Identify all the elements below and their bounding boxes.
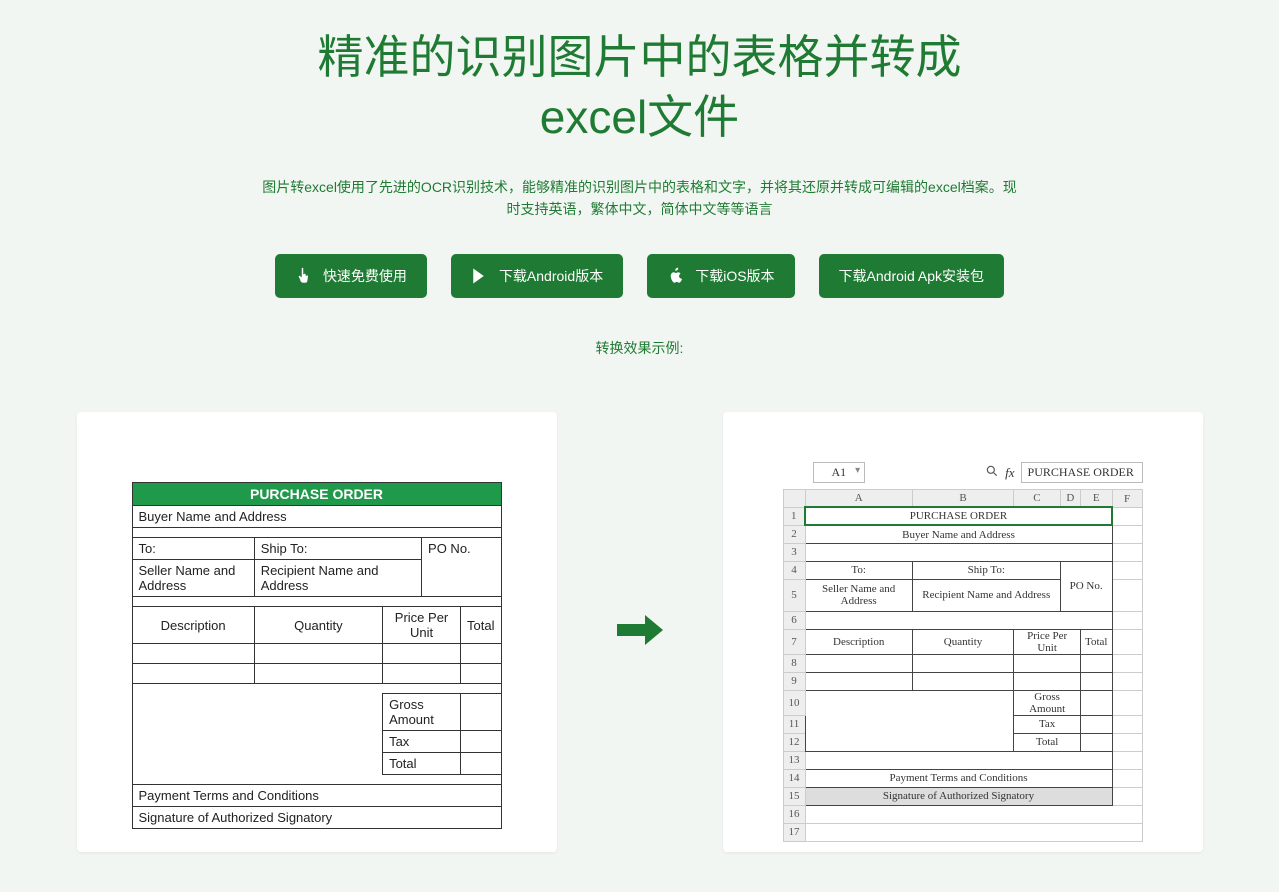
xl-desc: Description [805, 629, 912, 654]
src-gross: Gross Amount [383, 694, 461, 731]
xl-po: PO No. [1060, 561, 1112, 611]
xl-r2: Buyer Name and Address [805, 525, 1112, 543]
xl-ppu: Price Per Unit [1014, 629, 1081, 654]
download-apk-button[interactable]: 下载Android Apk安装包 [819, 254, 1005, 298]
col-C: C [1014, 490, 1060, 508]
src-total: Total [461, 607, 502, 644]
src-sig: Signature of Authorized Signatory [132, 807, 501, 829]
demo-row: PURCHASE ORDER Buyer Name and Address To… [0, 412, 1279, 892]
download-apk-label: 下载Android Apk安装包 [839, 266, 985, 286]
page-headline: 精准的识别图片中的表格并转成 excel文件 [140, 28, 1140, 148]
free-use-button[interactable]: 快速免费使用 [275, 254, 427, 298]
src-buyer: Buyer Name and Address [132, 506, 501, 528]
src-pono: PO No. [422, 538, 501, 597]
subtitle-text: 图片转excel使用了先进的OCR识别技术，能够精准的识别图片中的表格和文字，并… [260, 176, 1020, 221]
src-desc: Description [132, 607, 254, 644]
headline-line2: excel文件 [540, 91, 739, 143]
demo-label: 转换效果示例: [0, 338, 1279, 358]
xl-sig: Signature of Authorized Signatory [805, 787, 1112, 805]
excel-mock: A1 fx PURCHASE ORDER A B C D E F 1PURCHA… [783, 462, 1143, 842]
col-D: D [1060, 490, 1080, 508]
excel-fx-value: PURCHASE ORDER [1021, 462, 1143, 483]
excel-name-box: A1 [813, 462, 866, 483]
col-A: A [805, 490, 912, 508]
download-ios-label: 下载iOS版本 [695, 266, 774, 286]
xl-recip: Recipient Name and Address [912, 579, 1060, 611]
excel-formula-bar: A1 fx PURCHASE ORDER [783, 462, 1143, 483]
excel-grid: A B C D E F 1PURCHASE ORDER 2Buyer Name … [783, 489, 1143, 842]
src-title: PURCHASE ORDER [132, 483, 501, 506]
xl-qty: Quantity [912, 629, 1013, 654]
xl-pay: Payment Terms and Conditions [805, 769, 1112, 787]
download-ios-button[interactable]: 下载iOS版本 [647, 254, 794, 298]
src-qty: Quantity [254, 607, 382, 644]
src-total2: Total [383, 753, 461, 775]
col-E: E [1081, 490, 1112, 508]
xl-tot: Total [1081, 629, 1112, 654]
src-to: To: [132, 538, 254, 560]
src-shipto: Ship To: [254, 538, 421, 560]
arrow-icon [617, 610, 663, 655]
download-android-button[interactable]: 下载Android版本 [451, 254, 623, 298]
excel-result-card: A1 fx PURCHASE ORDER A B C D E F 1PURCHA… [723, 412, 1203, 852]
source-form-table: PURCHASE ORDER Buyer Name and Address To… [132, 482, 502, 829]
download-android-label: 下载Android版本 [499, 266, 603, 286]
source-image-card: PURCHASE ORDER Buyer Name and Address To… [77, 412, 557, 852]
src-recipient: Recipient Name and Address [254, 560, 421, 597]
xl-r1: PURCHASE ORDER [805, 507, 1112, 525]
xl-seller: Seller Name and Address [805, 579, 912, 611]
apple-icon [667, 267, 685, 285]
xl-total2: Total [1014, 733, 1081, 751]
xl-to: To: [805, 561, 912, 579]
headline-line1: 精准的识别图片中的表格并转成 [318, 31, 962, 83]
google-play-icon [471, 267, 489, 285]
src-pay: Payment Terms and Conditions [132, 785, 501, 807]
zoom-icon [985, 464, 999, 482]
col-F: F [1112, 490, 1142, 508]
src-ppu: Price Per Unit [383, 607, 461, 644]
src-tax: Tax [383, 731, 461, 753]
fx-icon: fx [1005, 465, 1014, 481]
xl-tax: Tax [1014, 715, 1081, 733]
pointer-icon [295, 267, 313, 285]
col-B: B [912, 490, 1013, 508]
xl-ship: Ship To: [912, 561, 1060, 579]
xl-gross: Gross Amount [1014, 690, 1081, 715]
src-seller: Seller Name and Address [132, 560, 254, 597]
free-use-label: 快速免费使用 [323, 266, 407, 286]
cta-button-row: 快速免费使用 下载Android版本 下载iOS版本 下载Android Apk… [0, 254, 1279, 298]
